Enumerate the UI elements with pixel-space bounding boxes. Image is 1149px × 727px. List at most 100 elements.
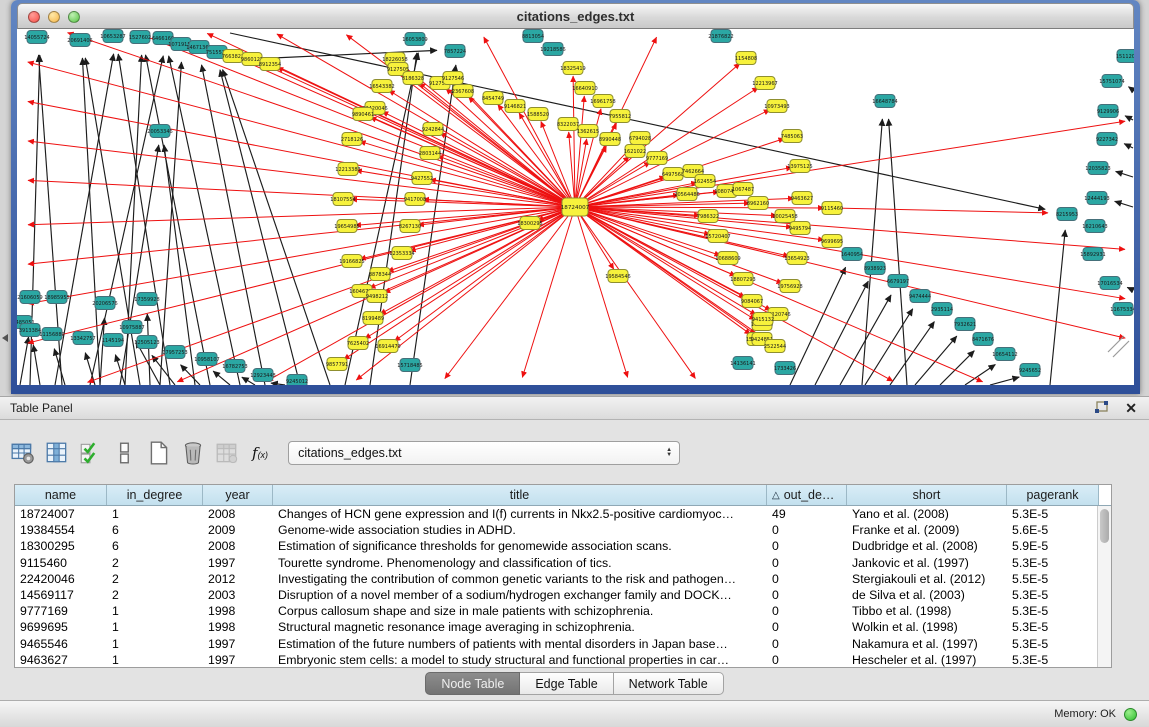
network-edge[interactable]: [1115, 201, 1133, 207]
network-edge[interactable]: [940, 351, 974, 385]
network-edge[interactable]: [965, 364, 995, 385]
network-edge[interactable]: [1116, 171, 1133, 177]
table-body: 1872400712008Changes of HCN gene express…: [15, 506, 1097, 667]
table-row[interactable]: 946554611997Estimation of the future num…: [15, 636, 1097, 652]
network-edge[interactable]: [356, 207, 575, 380]
network-edge[interactable]: [575, 207, 628, 377]
column-header-pagerank[interactable]: pagerank: [1007, 485, 1099, 505]
column-header-name[interactable]: name: [15, 485, 107, 505]
table-row[interactable]: 977716911998Corpus callosum shape and si…: [15, 603, 1097, 619]
network-edge[interactable]: [575, 207, 1125, 338]
select-all-icon[interactable]: [76, 440, 106, 466]
table-row[interactable]: 1872400712008Changes of HCN gene express…: [15, 506, 1097, 522]
table-row[interactable]: 1456911722003Disruption of a novel membe…: [15, 587, 1097, 603]
network-edge[interactable]: [575, 207, 1125, 249]
network-edge[interactable]: [33, 345, 40, 385]
network-view-canvas[interactable]: 1405572420691406106532871527602646616010…: [17, 29, 1134, 385]
table-selector-dropdown[interactable]: citations_edges.txt ▲▼: [288, 441, 680, 465]
table-cell: 0: [767, 587, 847, 603]
tab-network-table[interactable]: Network Table: [614, 672, 724, 695]
node-label: 7625402: [347, 341, 369, 347]
delete-table-icon[interactable]: [212, 440, 242, 466]
network-edge[interactable]: [865, 309, 913, 385]
table-cell: 18724007: [15, 506, 107, 522]
window-resize-grip[interactable]: [1108, 336, 1129, 357]
network-edge[interactable]: [915, 336, 957, 385]
network-edge[interactable]: [840, 295, 891, 385]
network-edge[interactable]: [575, 207, 824, 208]
network-edge[interactable]: [230, 33, 1045, 209]
column-header-out_de[interactable]: △out_de…: [767, 485, 847, 505]
node-label: 20564486: [674, 192, 699, 198]
node-label: 19584546: [605, 274, 630, 280]
table-options-icon[interactable]: [8, 440, 38, 466]
node-label: 15720407: [705, 234, 730, 240]
network-edge[interactable]: [152, 355, 175, 385]
table-cell: 5.3E-5: [1007, 587, 1097, 603]
network-edge[interactable]: [1128, 87, 1133, 90]
clear-selection-icon[interactable]: [110, 440, 140, 466]
table-cell: 9115460: [15, 555, 107, 571]
close-window-button[interactable]: [28, 11, 40, 23]
network-edge[interactable]: [28, 62, 575, 207]
status-bar: Memory: OK: [0, 700, 1149, 727]
network-edge[interactable]: [271, 383, 285, 385]
network-edge[interactable]: [181, 365, 200, 385]
node-label: 9417008: [404, 197, 426, 203]
table-row[interactable]: 969969511998Structural magnetic resonanc…: [15, 619, 1097, 635]
node-label: 18325419: [560, 66, 585, 72]
zoom-window-button[interactable]: [68, 11, 80, 23]
show-column-icon[interactable]: [42, 440, 72, 466]
network-edge[interactable]: [344, 207, 575, 360]
network-graph[interactable]: 1405572420691406106532871527602646616010…: [17, 29, 1134, 385]
network-edge[interactable]: [213, 371, 230, 385]
tab-edge-table[interactable]: Edge Table: [520, 672, 613, 695]
network-edge[interactable]: [68, 33, 575, 207]
network-edge[interactable]: [1125, 116, 1133, 120]
table-row[interactable]: 946362711997Embryonic stem cells: a mode…: [15, 652, 1097, 667]
network-edge[interactable]: [832, 208, 1048, 213]
network-edge[interactable]: [815, 281, 868, 385]
network-edge[interactable]: [365, 207, 575, 339]
column-header-year[interactable]: year: [203, 485, 273, 505]
minimize-window-button[interactable]: [48, 11, 60, 23]
network-edge[interactable]: [990, 377, 1019, 385]
column-header-short[interactable]: short: [847, 485, 1007, 505]
node-label: 16782753: [222, 364, 247, 370]
table-vertical-scrollbar[interactable]: [1097, 506, 1111, 667]
node-label: 19654985: [334, 224, 359, 230]
table-cell: 49: [767, 506, 847, 522]
node-label: 1511204: [1116, 54, 1134, 60]
column-header-in_degree[interactable]: in_degree: [107, 485, 203, 505]
table-panel-titlebar[interactable]: Table Panel ✕: [0, 396, 1149, 420]
function-builder-icon[interactable]: f(x): [252, 444, 268, 462]
network-window-title: citations_edges.txt: [517, 9, 635, 24]
table-row[interactable]: 911546021997Tourette syndrome. Phenomeno…: [15, 555, 1097, 571]
network-edge[interactable]: [862, 119, 882, 385]
network-edge[interactable]: [88, 207, 575, 382]
delete-column-icon[interactable]: [178, 440, 208, 466]
network-window-titlebar[interactable]: citations_edges.txt: [17, 3, 1134, 29]
tab-node-table[interactable]: Node Table: [425, 672, 520, 695]
table-row[interactable]: 1938455462009Genome-wide association stu…: [15, 522, 1097, 538]
node-label: 9115460: [821, 206, 843, 212]
node-label: 2718126: [341, 137, 363, 143]
network-edge[interactable]: [147, 314, 150, 385]
new-column-icon[interactable]: [144, 440, 174, 466]
table-row[interactable]: 1830029562008Estimation of significance …: [15, 538, 1097, 554]
panel-collapse-arrow[interactable]: [2, 334, 8, 342]
network-edge[interactable]: [28, 207, 575, 343]
close-panel-icon[interactable]: ✕: [1125, 401, 1137, 415]
node-label: 9474444: [909, 294, 931, 300]
column-header-title[interactable]: title: [273, 485, 767, 505]
network-edge[interactable]: [20, 337, 29, 385]
network-edge[interactable]: [1124, 144, 1133, 148]
network-edge[interactable]: [1050, 230, 1065, 385]
float-panel-icon[interactable]: [1093, 400, 1111, 416]
network-edge[interactable]: [1127, 287, 1133, 290]
network-edge[interactable]: [220, 70, 300, 385]
table-row[interactable]: 2242004622012Investigating the contribut…: [15, 571, 1097, 587]
network-edge[interactable]: [890, 322, 934, 385]
network-edge[interactable]: [202, 65, 265, 385]
scrollbar-thumb[interactable]: [1100, 509, 1109, 543]
